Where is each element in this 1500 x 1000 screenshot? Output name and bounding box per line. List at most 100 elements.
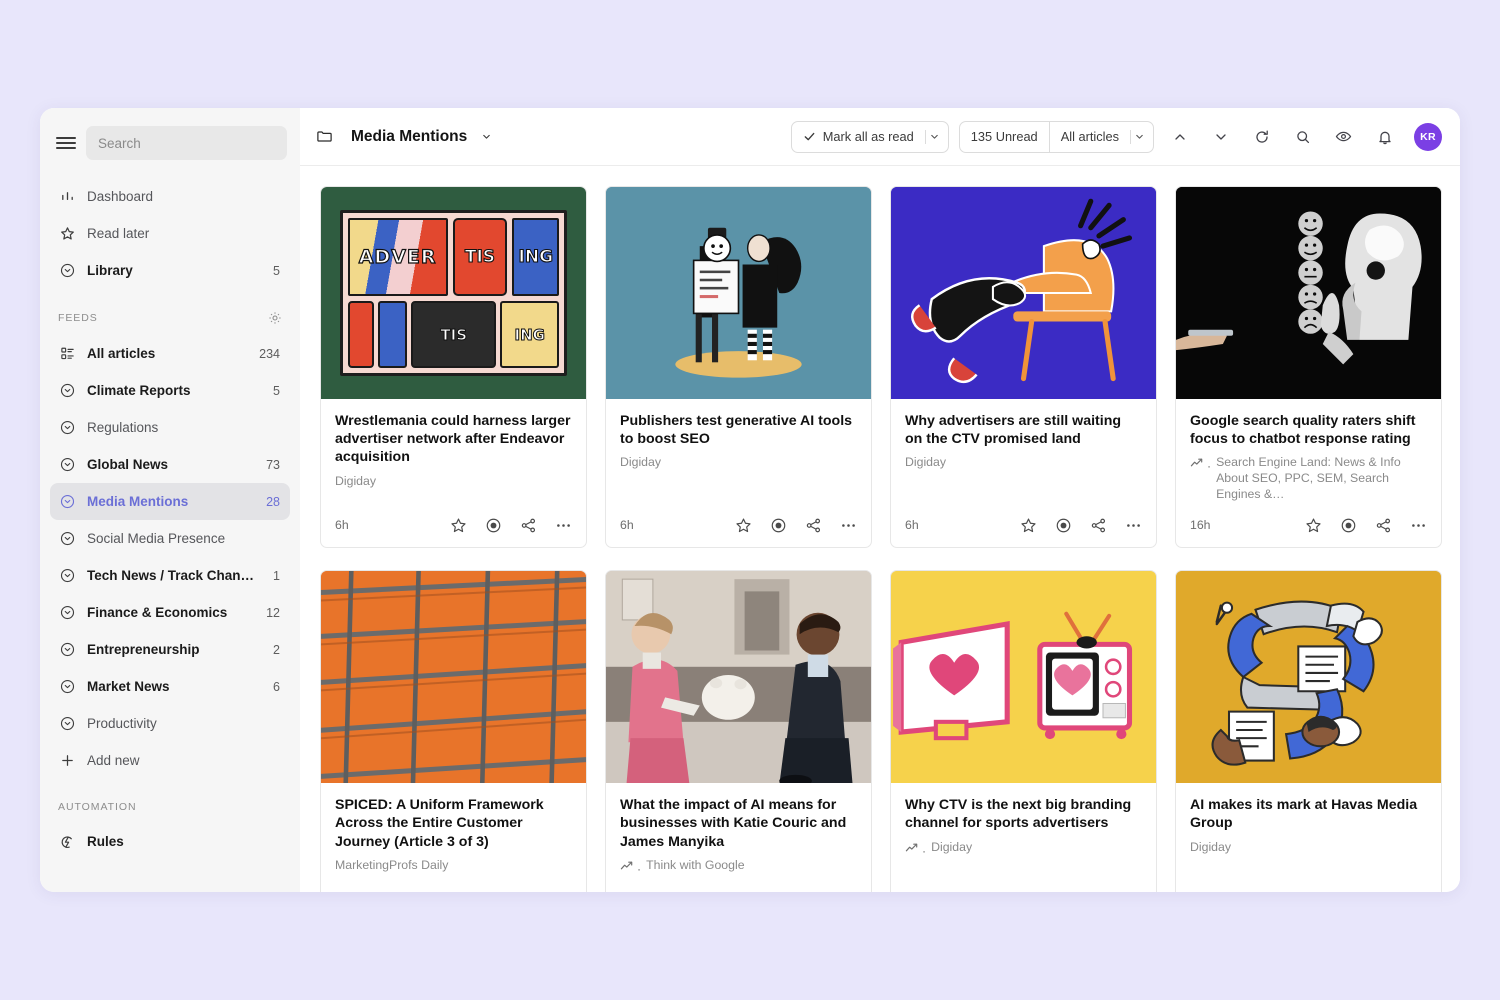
- search-button[interactable]: [1287, 121, 1318, 152]
- more-icon[interactable]: [555, 517, 572, 534]
- search-input[interactable]: [86, 126, 287, 160]
- sidebar-item-label: Global News: [87, 457, 169, 472]
- article-actions: [1020, 891, 1142, 892]
- sidebar-item-all-articles[interactable]: All articles 234: [50, 335, 290, 372]
- sidebar-item-regulations[interactable]: Regulations: [50, 409, 290, 446]
- next-article-button[interactable]: [1205, 121, 1236, 152]
- feeds-nav: All articles 234 Climate Reports 5 Regul…: [40, 331, 300, 779]
- more-icon[interactable]: [1125, 891, 1142, 892]
- read-dot-icon[interactable]: [770, 517, 787, 534]
- read-dot-icon[interactable]: [770, 891, 787, 892]
- chevron-circle-icon: [58, 382, 76, 400]
- article-body: Wrestlemania could harness larger advert…: [321, 399, 586, 503]
- article-card[interactable]: Why advertisers are still waiting on the…: [890, 186, 1157, 549]
- mark-all-as-read-button[interactable]: Mark all as read: [792, 122, 925, 152]
- chevron-down-icon: [1136, 134, 1143, 139]
- more-icon[interactable]: [1125, 517, 1142, 534]
- articles-filter-button[interactable]: All articles: [1048, 121, 1130, 152]
- sidebar-item-count: 6: [273, 679, 280, 694]
- sidebar-item-add-new[interactable]: Add new: [50, 742, 290, 779]
- article-card[interactable]: What the impact of AI means for business…: [605, 570, 872, 892]
- sidebar-item-rules[interactable]: Rules: [50, 823, 290, 860]
- interview-two-people-photo: [606, 571, 871, 784]
- star-icon[interactable]: [1305, 517, 1322, 534]
- star-icon[interactable]: [1020, 891, 1037, 892]
- sidebar-item-global-news[interactable]: Global News 73: [50, 446, 290, 483]
- gear-icon[interactable]: [268, 311, 282, 325]
- refresh-button[interactable]: [1246, 121, 1277, 152]
- star-icon[interactable]: [735, 891, 752, 892]
- article-source-label: Digiday: [905, 455, 947, 470]
- read-dot-icon[interactable]: [1055, 517, 1072, 534]
- star-icon[interactable]: [1305, 891, 1322, 892]
- star-icon[interactable]: [450, 891, 467, 892]
- share-icon[interactable]: [1090, 517, 1107, 534]
- article-card[interactable]: ADVER TIS ING TIS ING Wrestlemania could har…: [320, 186, 587, 549]
- trending-up-icon: ·: [620, 860, 641, 878]
- article-source: · Think with Google: [620, 858, 857, 878]
- share-icon[interactable]: [520, 517, 537, 534]
- star-icon[interactable]: [735, 517, 752, 534]
- read-dot-icon[interactable]: [1055, 891, 1072, 892]
- app-window: Dashboard Read later: [40, 108, 1460, 892]
- unread-count-label: 135 Unread: [970, 129, 1038, 144]
- search-icon: [1296, 130, 1309, 143]
- read-dot-icon[interactable]: [1340, 891, 1357, 892]
- read-dot-icon[interactable]: [485, 891, 502, 892]
- sidebar-item-label: Climate Reports: [87, 383, 191, 398]
- sidebar-item-market-news[interactable]: Market News 6: [50, 668, 290, 705]
- avatar[interactable]: KR: [1414, 122, 1442, 151]
- sidebar-item-social-media-presence[interactable]: Social Media Presence: [50, 520, 290, 557]
- sidebar-item-tech-news-track-chan[interactable]: Tech News / Track Chan… 1: [50, 557, 290, 594]
- mark-all-dropdown-toggle[interactable]: [924, 122, 948, 152]
- sidebar-item-count: 28: [266, 494, 280, 509]
- article-card[interactable]: Publishers test generative AI tools to b…: [605, 186, 872, 549]
- sidebar-item-climate-reports[interactable]: Climate Reports 5: [50, 372, 290, 409]
- sidebar-item-finance-economics[interactable]: Finance & Economics 12: [50, 594, 290, 631]
- share-icon[interactable]: [1375, 891, 1392, 892]
- sidebar-item-productivity[interactable]: Productivity: [50, 705, 290, 742]
- sidebar-item-media-mentions[interactable]: Media Mentions 28: [50, 483, 290, 520]
- article-card[interactable]: Why CTV is the next big branding channel…: [890, 570, 1157, 892]
- share-icon[interactable]: [1090, 891, 1107, 892]
- share-icon[interactable]: [1375, 517, 1392, 534]
- articles-filter-dropdown-toggle[interactable]: [1130, 122, 1153, 152]
- article-card[interactable]: SPICED: A Uniform Framework Across the E…: [320, 570, 587, 892]
- automation-section-header: AUTOMATION: [40, 779, 300, 819]
- sidebar-item-dashboard[interactable]: Dashboard: [50, 178, 290, 215]
- previous-article-button[interactable]: [1164, 121, 1195, 152]
- notifications-button[interactable]: [1369, 121, 1400, 152]
- article-thumbnail: [1176, 187, 1441, 399]
- article-body: Why CTV is the next big branding channel…: [891, 783, 1156, 878]
- sidebar-item-read-later[interactable]: Read later: [50, 215, 290, 252]
- share-icon[interactable]: [520, 891, 537, 892]
- article-footer: 16h: [321, 878, 586, 892]
- more-icon[interactable]: [555, 891, 572, 892]
- read-dot-icon[interactable]: [485, 517, 502, 534]
- share-icon[interactable]: [805, 517, 822, 534]
- star-icon[interactable]: [1020, 517, 1037, 534]
- unread-count-button[interactable]: 135 Unread: [960, 122, 1049, 152]
- hamburger-menu-icon[interactable]: [56, 135, 76, 151]
- automation-section-label: AUTOMATION: [58, 801, 137, 813]
- feeds-section-header: FEEDS: [40, 289, 300, 331]
- sidebar-item-count: 5: [273, 263, 280, 278]
- more-icon[interactable]: [1410, 891, 1427, 892]
- sidebar-item-library[interactable]: Library 5: [50, 252, 290, 289]
- sidebar-item-count: 5: [273, 383, 280, 398]
- article-actions: [735, 517, 857, 534]
- share-icon[interactable]: [805, 891, 822, 892]
- article-card[interactable]: Google search quality raters shift focus…: [1175, 186, 1442, 549]
- toggle-read-visibility-button[interactable]: [1328, 121, 1359, 152]
- more-icon[interactable]: [840, 891, 857, 892]
- article-actions: [1020, 517, 1142, 534]
- article-actions: [450, 891, 572, 892]
- more-icon[interactable]: [840, 517, 857, 534]
- star-icon[interactable]: [450, 517, 467, 534]
- article-card[interactable]: AI makes its mark at Havas Media Group D…: [1175, 570, 1442, 892]
- read-dot-icon[interactable]: [1340, 517, 1357, 534]
- sidebar-item-entrepreneurship[interactable]: Entrepreneurship 2: [50, 631, 290, 668]
- chevron-down-icon[interactable]: [481, 131, 492, 142]
- more-icon[interactable]: [1410, 517, 1427, 534]
- article-footer: 16h: [606, 878, 871, 892]
